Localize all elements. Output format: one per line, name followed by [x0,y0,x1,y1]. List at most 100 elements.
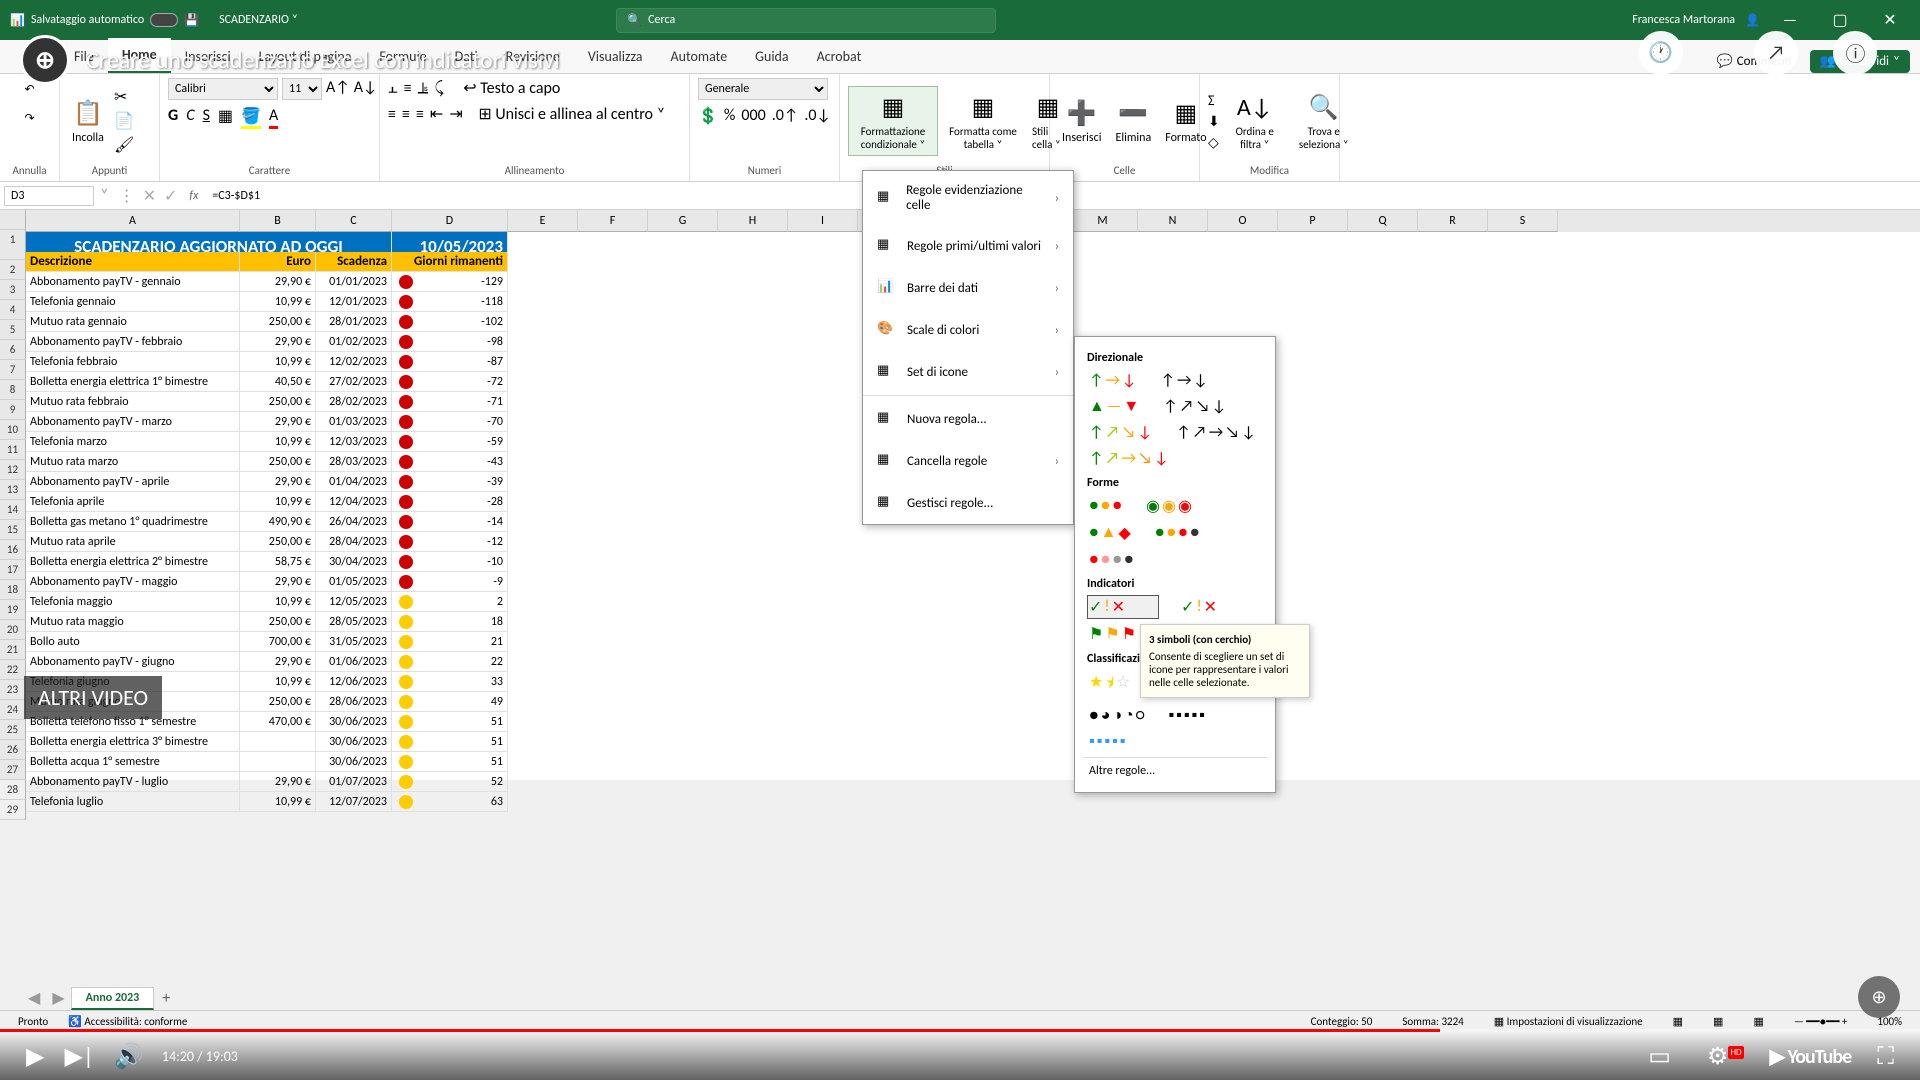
clear-icon[interactable]: ◇ [1208,134,1220,151]
cell[interactable]: Bolletta energia elettrica 1° bimestre [26,372,240,392]
iconset-5quarters[interactable]: ●◕◑◔○ [1087,704,1146,727]
cell[interactable]: 29,90 € [240,572,316,592]
cell[interactable]: 10,99 € [240,672,316,692]
cell[interactable]: 28/03/2023 [316,452,392,472]
row-header[interactable]: 27 [0,760,26,780]
cell[interactable]: 28/05/2023 [316,612,392,632]
cell[interactable]: 28/01/2023 [316,312,392,332]
cell[interactable]: 01/01/2023 [316,272,392,292]
cf-clear-rules[interactable]: ▦Cancella regole› [863,440,1073,482]
row-header[interactable]: 8 [0,380,26,400]
autosave-toggle[interactable]: 📊 Salvataggio automatico 💾 [10,13,199,28]
format-painter-icon[interactable]: 🖌 [114,135,134,155]
row-header[interactable]: 22 [0,660,26,680]
youtube-logo[interactable]: ▶ YouTube [1770,1044,1852,1069]
cell[interactable]: Telefonia aprile [26,492,240,512]
save-icon[interactable]: 💾 [184,13,199,28]
sheet-tab-active[interactable]: Anno 2023 [71,987,155,1010]
cell[interactable]: 27/02/2023 [316,372,392,392]
search-box[interactable]: 🔍 Cerca [616,8,996,33]
cf-data-bars[interactable]: 📊Barre dei dati› [863,267,1073,309]
cell[interactable]: 01/04/2023 [316,472,392,492]
underline-button[interactable]: S [203,106,210,129]
cell[interactable]: 30/06/2023 [316,732,392,752]
row-header[interactable]: 9 [0,400,26,420]
cell[interactable]: Mutuo rata gennaio [26,312,240,332]
channel-logo[interactable]: ⊕ [20,35,70,85]
iconset-4arrows-gray[interactable]: ↑↗↘↓ [1161,395,1228,418]
cell[interactable]: Telefonia febbraio [26,352,240,372]
col-header[interactable]: S [1488,210,1558,232]
row-header[interactable]: 4 [0,300,26,320]
share-icon[interactable]: ↗ [1754,31,1798,75]
cell[interactable]: 12/04/2023 [316,492,392,512]
cell[interactable]: Abbonamento payTV - aprile [26,472,240,492]
cell[interactable]: Abbonamento payTV - gennaio [26,272,240,292]
cell[interactable]: 30/06/2023 [316,752,392,772]
watch-later-icon[interactable]: 🕐 [1639,31,1683,75]
align-right-icon[interactable]: ≡ [416,105,424,124]
cell[interactable]: 10,99 € [240,432,316,452]
row-header[interactable]: 11 [0,440,26,460]
cell[interactable]: Bollo auto [26,632,240,652]
cell[interactable]: -129 [392,272,508,292]
col-header[interactable]: H [718,210,788,232]
col-header[interactable]: D [392,210,508,232]
align-center-icon[interactable]: ≡ [402,105,410,124]
fill-color-icon[interactable]: 🪣 [241,106,261,129]
cell[interactable]: 21 [392,632,508,652]
cell[interactable]: Mutuo rata febbraio [26,392,240,412]
col-header[interactable]: N [1138,210,1208,232]
font-color-icon[interactable]: A [269,106,278,129]
cell[interactable]: -71 [392,392,508,412]
cell[interactable]: 18 [392,612,508,632]
row-header[interactable]: 25 [0,720,26,740]
row-header[interactable]: 15 [0,520,26,540]
row-header[interactable]: 13 [0,480,26,500]
row-header[interactable]: 23 [0,680,26,700]
cell[interactable]: -98 [392,332,508,352]
user-name[interactable]: Francesca Martorana [1632,13,1735,27]
iconset-3stars[interactable]: ★⯨☆ [1087,670,1132,701]
cell[interactable]: -14 [392,512,508,532]
cell[interactable]: Abbonamento payTV - maggio [26,572,240,592]
autosum-icon[interactable]: Σ [1208,92,1220,109]
insert-button[interactable]: ➕Inserisci [1058,93,1105,149]
cell[interactable]: 29,90 € [240,272,316,292]
cell[interactable]: 250,00 € [240,392,316,412]
cell[interactable]: 10,99 € [240,592,316,612]
cell[interactable]: -102 [392,312,508,332]
cell[interactable]: -10 [392,552,508,572]
row-header[interactable]: 29 [0,800,26,820]
comma-icon[interactable]: 000 [741,106,765,126]
col-header[interactable]: C [316,210,392,232]
cell[interactable]: 250,00 € [240,312,316,332]
cell[interactable]: 10,99 € [240,492,316,512]
cell[interactable]: Descrizione [26,252,240,272]
cell[interactable]: 01/03/2023 [316,412,392,432]
cell[interactable]: 12/01/2023 [316,292,392,312]
row-header[interactable]: 28 [0,780,26,800]
cell[interactable]: 250,00 € [240,692,316,712]
cell[interactable]: 40,50 € [240,372,316,392]
status-accessibility[interactable]: ♿ Accessibilità: conforme [58,1015,197,1028]
cell[interactable]: Bolletta energia elettrica 2° bimestre [26,552,240,572]
iconset-3arrows[interactable]: ↑→↓ [1087,369,1138,392]
cell[interactable]: -39 [392,472,508,492]
cell[interactable]: 52 [392,772,508,792]
row-header[interactable]: 24 [0,700,26,720]
cell[interactable]: 250,00 € [240,532,316,552]
fullscreen-icon[interactable]: ⛶ [1867,1042,1904,1071]
fill-icon[interactable]: ⬇ [1208,113,1220,130]
cell[interactable]: 12/02/2023 [316,352,392,372]
merge-button[interactable]: ⊞ Unisci e allinea al centro ˅ [478,104,665,124]
col-header[interactable]: M [1068,210,1138,232]
cell[interactable]: 01/05/2023 [316,572,392,592]
iconset-3signs[interactable]: ●▲◆ [1087,521,1133,545]
iconset-3symbols-circled[interactable]: ✓!✕ [1087,595,1159,619]
col-header[interactable]: I [788,210,858,232]
cell[interactable]: 12/03/2023 [316,432,392,452]
cell[interactable]: Giorni rimanenti [392,252,508,272]
cell[interactable]: -12 [392,532,508,552]
cf-new-rule[interactable]: ▦Nuova regola... [863,398,1073,440]
